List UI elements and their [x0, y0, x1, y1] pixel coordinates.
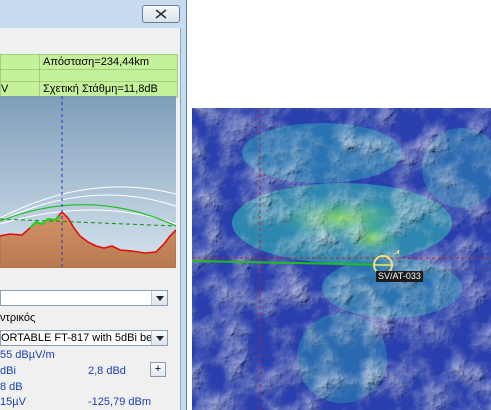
signal-text: Σχετική Στάθμη=11,8dB — [43, 83, 158, 95]
station-label: SV/AT-033 — [376, 271, 423, 282]
window-body: Απόσταση=234,44km V Σχετική Στάθμη=11,8d… — [0, 28, 181, 410]
chevron-down-icon[interactable] — [151, 291, 167, 305]
add-button[interactable]: + — [150, 362, 166, 377]
power-value: -125,79 dBm — [88, 396, 151, 408]
close-icon — [155, 9, 167, 19]
chevron-down-icon[interactable] — [151, 331, 167, 345]
station-select[interactable] — [0, 290, 168, 306]
loss-value: 8 dB — [0, 381, 23, 393]
hillshade-layer — [192, 108, 491, 410]
antenna-select-value: ORTABLE FT-817 with 5dBi bea — [1, 332, 151, 344]
voltage-value: 15µV — [0, 396, 26, 408]
section-label: ντρικός — [0, 312, 36, 324]
terrain-map[interactable] — [192, 108, 491, 410]
distance-text: Απόσταση=234,44km — [43, 56, 150, 68]
field-strength-value: 55 dBµV/m — [0, 349, 55, 361]
profile-window: Απόσταση=234,44km V Σχετική Στάθμη=11,8d… — [0, 0, 187, 410]
elevation-profile-plot — [0, 96, 176, 268]
close-button[interactable] — [142, 5, 180, 23]
antenna-select[interactable]: ORTABLE FT-817 with 5dBi bea — [0, 330, 168, 346]
row-left-unit: V — [1, 83, 9, 95]
gain-dbi-value: dBi — [0, 365, 16, 377]
gain-dbd-value: 2,8 dBd — [88, 365, 126, 377]
